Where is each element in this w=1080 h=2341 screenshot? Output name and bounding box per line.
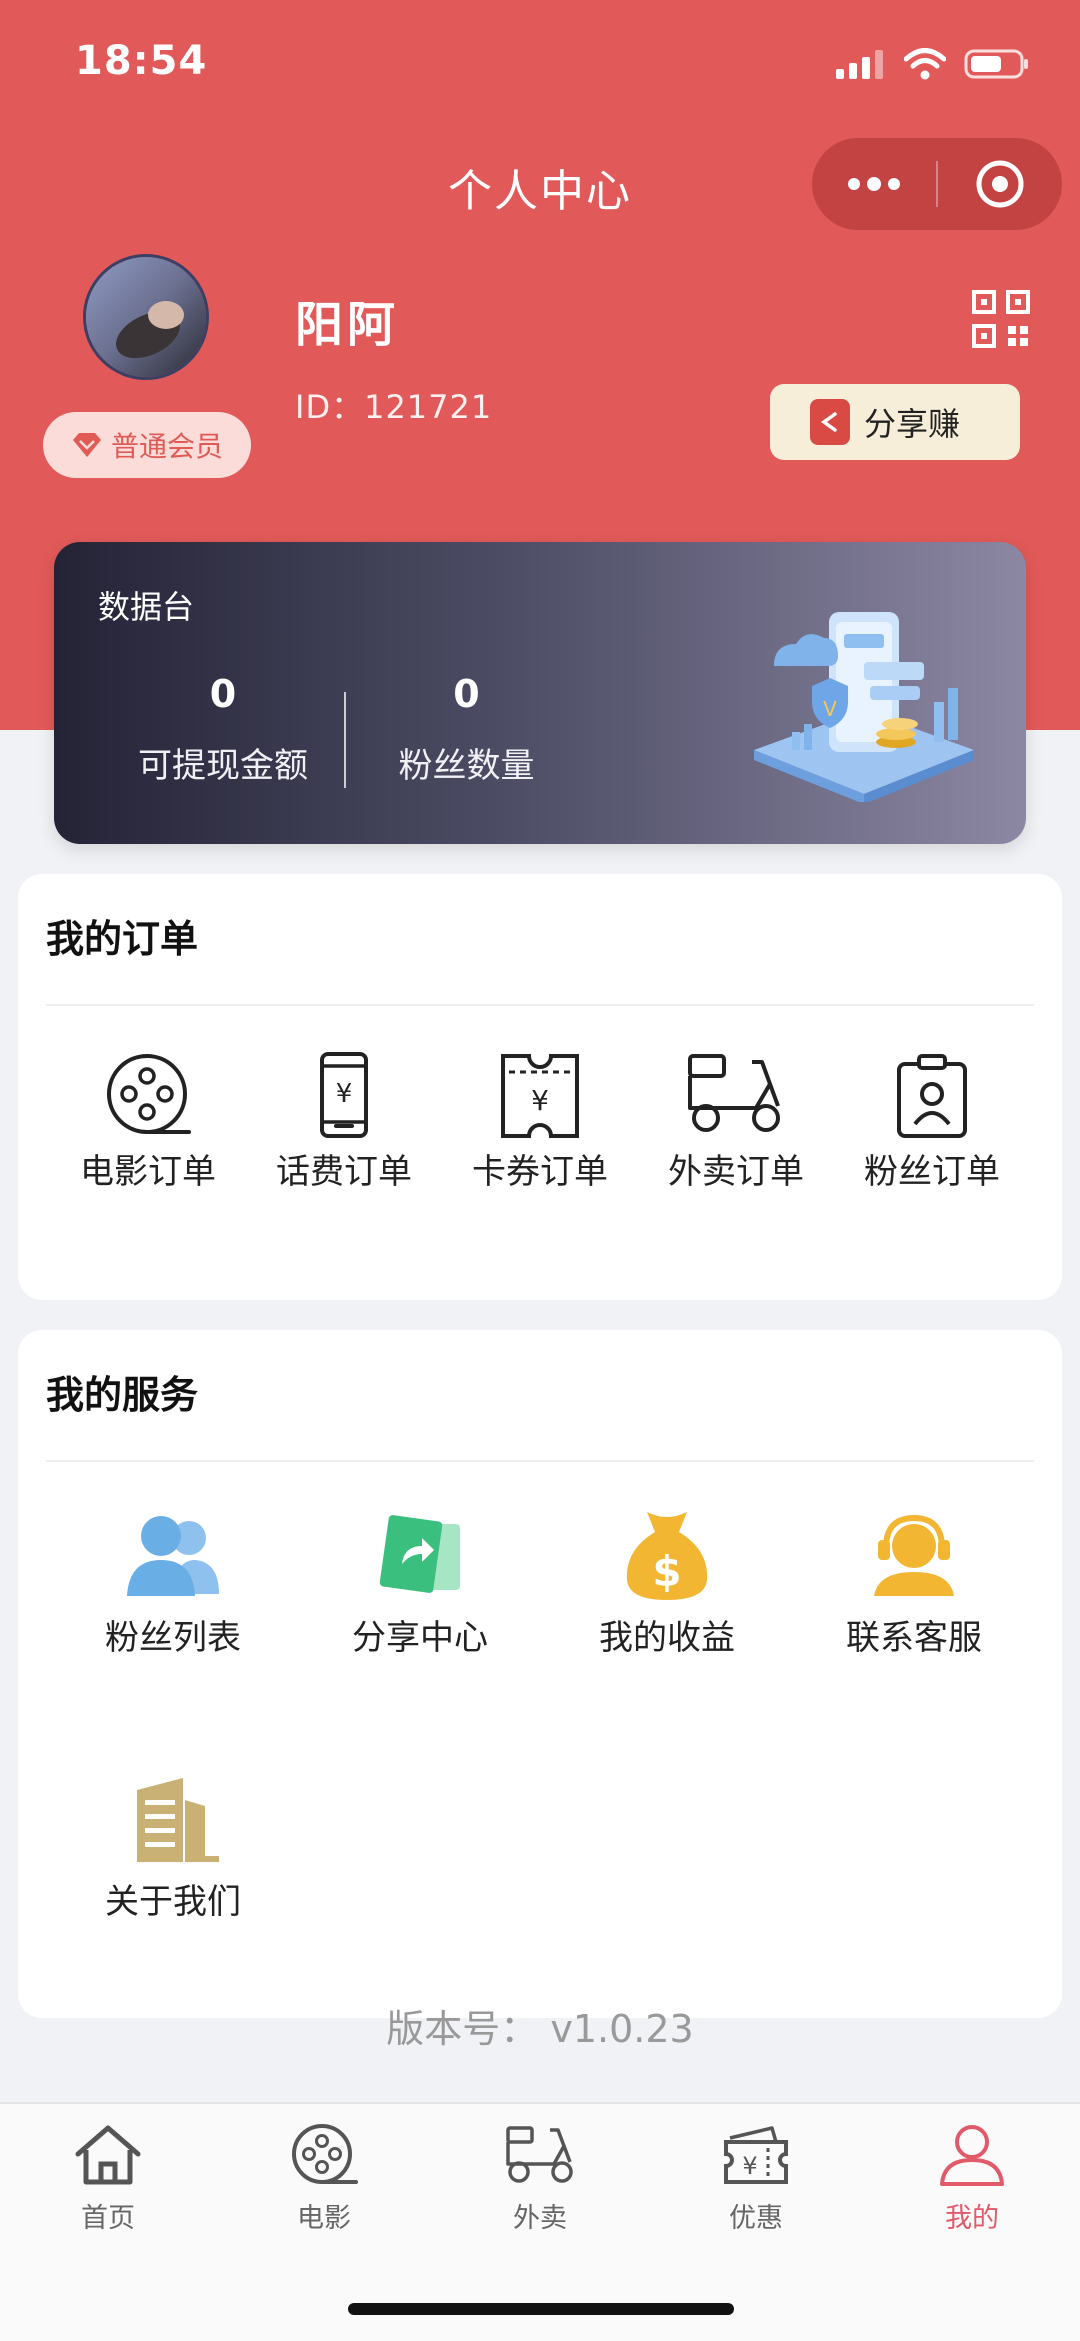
service-item-about-us[interactable]: 关于我们 <box>88 1770 258 1923</box>
id-badge-icon <box>897 1054 967 1138</box>
user-id: ID：121721 <box>295 388 493 426</box>
users-icon <box>127 1516 219 1596</box>
signal-icon <box>836 50 883 79</box>
share-earn-label: 分享赚 <box>864 405 961 443</box>
stat-value: 0 <box>209 672 237 716</box>
stat-label: 粉丝数量 <box>398 746 535 786</box>
more-dots-icon <box>848 177 900 191</box>
scooter-icon <box>688 1054 780 1132</box>
tab-label: 外卖 <box>513 2203 567 2234</box>
service-item-share-center[interactable]: 分享中心 <box>335 1506 505 1659</box>
ticket-yuan-icon: ¥ <box>501 1054 579 1138</box>
service-item-earnings[interactable]: $ 我的收益 <box>582 1506 752 1659</box>
order-item-label: 粉丝订单 <box>864 1152 1000 1192</box>
stat-divider <box>344 692 346 788</box>
orders-divider <box>46 1004 1034 1006</box>
service-item-label: 粉丝列表 <box>105 1618 241 1658</box>
svg-text:¥: ¥ <box>742 2152 757 2180</box>
tab-label: 优惠 <box>729 2203 783 2234</box>
stat-value: 0 <box>453 672 480 716</box>
qr-code-button[interactable] <box>972 290 1030 348</box>
phone-yuan-icon: ¥ <box>320 1052 368 1138</box>
wifi-icon <box>904 48 946 80</box>
money-bag-icon: $ <box>626 1512 708 1600</box>
share-card-icon <box>379 1515 460 1593</box>
share-chip-icon <box>810 399 850 445</box>
svg-text:¥: ¥ <box>531 1084 549 1117</box>
tab-coupon[interactable]: ¥ 优惠 <box>696 2122 816 2235</box>
order-item-label: 电影订单 <box>80 1152 216 1192</box>
order-item-label: 外卖订单 <box>668 1152 804 1192</box>
order-item-voucher[interactable]: ¥ 卡券订单 <box>460 1050 620 1193</box>
service-item-customer-service[interactable]: 联系客服 <box>829 1506 999 1659</box>
services-divider <box>46 1460 1034 1462</box>
service-item-label: 我的收益 <box>599 1618 735 1658</box>
scooter-icon <box>506 2126 573 2183</box>
tab-takeout[interactable]: 外卖 <box>480 2122 600 2235</box>
tab-label: 电影 <box>297 2203 351 2234</box>
member-level-label: 普通会员 <box>110 430 223 463</box>
battery-icon <box>964 49 1028 79</box>
status-icons <box>836 44 1030 84</box>
service-item-label: 分享中心 <box>352 1618 488 1658</box>
tab-movie[interactable]: 电影 <box>264 2122 384 2235</box>
tab-label: 首页 <box>81 2203 135 2234</box>
stat-fans[interactable]: 0 粉丝数量 <box>384 672 549 787</box>
mini-program-capsule <box>812 138 1062 230</box>
avatar[interactable] <box>83 254 209 380</box>
tab-label: 我的 <box>945 2203 999 2234</box>
headset-agent-icon <box>874 1514 954 1596</box>
coupon-icon: ¥ <box>724 2126 788 2184</box>
order-item-takeout[interactable]: 外卖订单 <box>656 1050 816 1193</box>
services-title: 我的服务 <box>46 1373 199 1417</box>
data-illustration: V <box>754 612 974 802</box>
film-reel-icon <box>107 1054 191 1134</box>
order-item-label: 卡券订单 <box>472 1152 608 1192</box>
version-text: 版本号： v1.0.23 <box>386 2007 694 2051</box>
user-name: 阳阿 <box>295 297 400 353</box>
svg-text:V: V <box>823 697 837 721</box>
orders-card: 我的订单 电影订单 ¥ 话费订单 ¥ 卡券订单 外卖订单 粉丝订单 <box>18 874 1062 1300</box>
service-item-fans-list[interactable]: 粉丝列表 <box>88 1506 258 1659</box>
user-icon <box>940 2125 1004 2186</box>
stat-withdrawable[interactable]: 0 可提现金额 <box>132 672 314 787</box>
svg-text:¥: ¥ <box>336 1079 353 1109</box>
order-item-phone-bill[interactable]: ¥ 话费订单 <box>264 1050 424 1193</box>
svg-text:$: $ <box>652 1547 681 1596</box>
tab-mine[interactable]: 我的 <box>912 2122 1032 2235</box>
film-reel-icon <box>292 2124 358 2184</box>
orders-title: 我的订单 <box>46 917 199 961</box>
avatar-photo <box>86 257 206 377</box>
order-item-label: 话费订单 <box>276 1152 412 1192</box>
order-item-fans[interactable]: 粉丝订单 <box>852 1050 1012 1193</box>
status-time: 18:54 <box>75 38 208 84</box>
dashboard-card: 数据台 0 可提现金额 0 粉丝数量 V <box>54 542 1026 844</box>
building-icon <box>137 1778 219 1862</box>
close-mini-program-button[interactable] <box>938 138 1062 230</box>
share-earn-button[interactable]: 分享赚 <box>770 384 1020 460</box>
tab-home[interactable]: 首页 <box>48 2122 168 2235</box>
home-indicator <box>348 2303 734 2315</box>
member-level-badge: 普通会员 <box>43 412 251 478</box>
more-button[interactable] <box>812 138 936 230</box>
target-close-icon <box>976 160 1024 208</box>
order-item-movie[interactable]: 电影订单 <box>68 1050 228 1193</box>
services-card: 我的服务 粉丝列表 分享中心 $ 我的收益 联系客服 关于我们 <box>18 1330 1062 2018</box>
home-icon <box>75 2125 141 2185</box>
service-item-label: 关于我们 <box>105 1882 241 1922</box>
stat-label: 可提现金额 <box>138 746 308 786</box>
dashboard-title: 数据台 <box>98 588 195 626</box>
diamond-icon <box>72 433 101 457</box>
service-item-label: 联系客服 <box>846 1618 982 1658</box>
qr-code-icon <box>972 290 1030 348</box>
